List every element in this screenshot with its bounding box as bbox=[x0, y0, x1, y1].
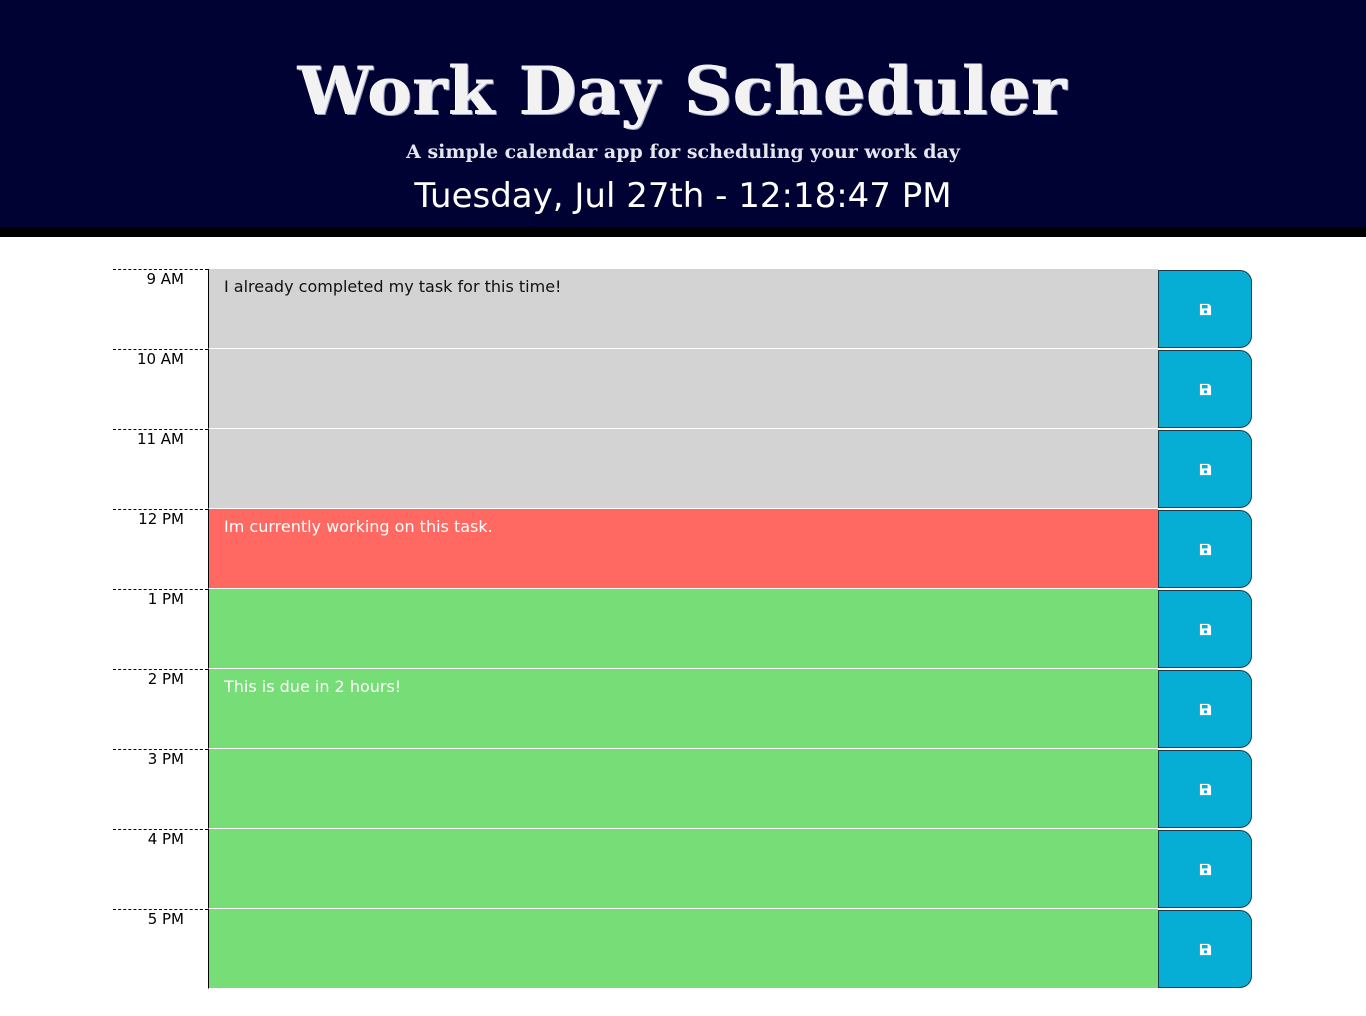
time-block-row: 2 PM This is due in 2 hours! bbox=[113, 669, 1253, 749]
time-block-row: 12 PM Im currently working on this task. bbox=[113, 509, 1253, 589]
save-button[interactable] bbox=[1158, 590, 1252, 668]
hour-label: 5 PM bbox=[113, 909, 208, 989]
task-description-input[interactable] bbox=[208, 909, 1158, 989]
hour-label: 12 PM bbox=[113, 509, 208, 589]
save-button[interactable] bbox=[1158, 510, 1252, 588]
time-block-row: 4 PM bbox=[113, 829, 1253, 909]
task-description-input[interactable] bbox=[208, 429, 1158, 509]
task-description-input[interactable]: Im currently working on this task. bbox=[208, 509, 1158, 589]
floppy-disk-icon bbox=[1199, 943, 1212, 956]
hour-label: 11 AM bbox=[113, 429, 208, 509]
floppy-disk-icon bbox=[1199, 303, 1212, 316]
floppy-disk-icon bbox=[1199, 383, 1212, 396]
hour-label: 2 PM bbox=[113, 669, 208, 749]
floppy-disk-icon bbox=[1199, 703, 1212, 716]
page-subtitle: A simple calendar app for scheduling you… bbox=[406, 141, 960, 163]
floppy-disk-icon bbox=[1199, 463, 1212, 476]
floppy-disk-icon bbox=[1199, 623, 1212, 636]
hour-label: 4 PM bbox=[113, 829, 208, 909]
time-block-row: 10 AM bbox=[113, 349, 1253, 429]
task-description-input[interactable]: This is due in 2 hours! bbox=[208, 669, 1158, 749]
task-description-input[interactable] bbox=[208, 749, 1158, 829]
hour-label: 1 PM bbox=[113, 589, 208, 669]
hour-label: 9 AM bbox=[113, 269, 208, 349]
task-description-input[interactable]: I already completed my task for this tim… bbox=[208, 269, 1158, 349]
time-block-row: 9 AM I already completed my task for this… bbox=[113, 269, 1253, 349]
task-description-input[interactable] bbox=[208, 589, 1158, 669]
task-description-input[interactable] bbox=[208, 349, 1158, 429]
page-title: Work Day Scheduler bbox=[298, 52, 1068, 130]
time-block-row: 5 PM bbox=[113, 909, 1253, 989]
save-button[interactable] bbox=[1158, 430, 1252, 508]
floppy-disk-icon bbox=[1199, 863, 1212, 876]
header: Work Day Scheduler A simple calendar app… bbox=[0, 0, 1366, 237]
save-button[interactable] bbox=[1158, 270, 1252, 348]
floppy-disk-icon bbox=[1199, 543, 1212, 556]
save-button[interactable] bbox=[1158, 670, 1252, 748]
time-block-row: 1 PM bbox=[113, 589, 1253, 669]
save-button[interactable] bbox=[1158, 910, 1252, 988]
floppy-disk-icon bbox=[1199, 783, 1212, 796]
hour-label: 10 AM bbox=[113, 349, 208, 429]
task-description-input[interactable] bbox=[208, 829, 1158, 909]
save-button[interactable] bbox=[1158, 750, 1252, 828]
save-button[interactable] bbox=[1158, 350, 1252, 428]
time-block-row: 3 PM bbox=[113, 749, 1253, 829]
save-button[interactable] bbox=[1158, 830, 1252, 908]
timeblock-container: 9 AM I already completed my task for this… bbox=[113, 269, 1253, 989]
hour-label: 3 PM bbox=[113, 749, 208, 829]
current-date-time: Tuesday, Jul 27th - 12:18:47 PM bbox=[414, 176, 952, 216]
time-block-row: 11 AM bbox=[113, 429, 1253, 509]
